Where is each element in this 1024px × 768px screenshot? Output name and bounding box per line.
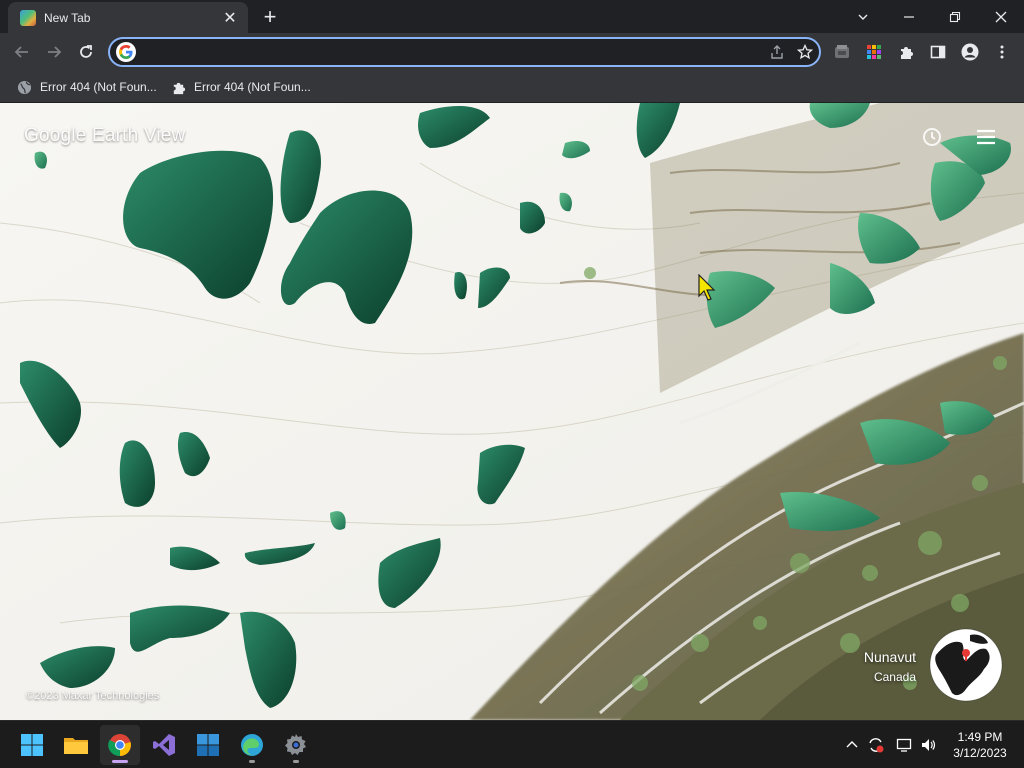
profile-icon [961, 43, 979, 61]
arrow-left-icon [14, 46, 28, 58]
globe-icon [16, 79, 32, 95]
minimize-icon [904, 15, 914, 18]
chrome-icon [108, 734, 131, 757]
restore-button[interactable] [932, 0, 978, 33]
star-icon [797, 44, 813, 60]
arrow-right-icon [48, 46, 62, 58]
reload-button[interactable] [72, 38, 100, 66]
forward-button[interactable] [40, 38, 68, 66]
puzzle-icon [901, 47, 913, 59]
clock-time: 1:49 PM [957, 730, 1003, 744]
start-button[interactable] [12, 725, 52, 765]
game-extension-icon [835, 45, 849, 58]
earth-view-logo[interactable]: Google Earth View [24, 125, 185, 147]
visual-studio-icon [153, 734, 175, 756]
bookmark-label: Error 404 (Not Foun... [194, 80, 311, 94]
restore-icon [949, 11, 961, 22]
windows-store-icon [197, 734, 219, 756]
settings-icon [285, 734, 306, 755]
address-bar[interactable] [108, 37, 821, 67]
running-indicator [249, 760, 255, 763]
minimize-button[interactable] [886, 0, 932, 33]
bookmark-item[interactable]: Error 404 (Not Foun... [164, 75, 317, 99]
tab-title: New Tab [44, 10, 91, 25]
chrome-taskbar-button[interactable] [100, 725, 140, 765]
edge-button[interactable] [232, 725, 272, 765]
grid-extension-icon [867, 45, 881, 59]
share-icon [771, 45, 783, 59]
omnibox-input[interactable] [144, 40, 763, 64]
extensions-menu-button[interactable] [894, 40, 918, 64]
windows-taskbar: 1:49 PM 3/12/2023 [0, 720, 1024, 768]
close-window-button[interactable] [978, 0, 1024, 33]
bookmarks-bar: Error 404 (Not Foun... Error 404 (Not Fo… [0, 71, 1024, 103]
earth-view-favicon [20, 9, 36, 26]
side-panel-button[interactable] [926, 40, 950, 64]
extension-button[interactable] [830, 40, 854, 64]
hamburger-menu-icon [977, 129, 995, 145]
show-hidden-icons-button[interactable] [842, 735, 862, 755]
globe-button[interactable] [926, 625, 1006, 705]
kebab-menu-icon [1000, 45, 1004, 59]
image-credit: ©2023 Maxar Technologies [26, 690, 160, 702]
running-indicator [293, 760, 299, 763]
extension-button[interactable] [862, 40, 886, 64]
tab-close-icon[interactable]: ✕ [220, 8, 240, 28]
tab-search-button[interactable] [840, 0, 886, 33]
edge-icon [241, 734, 263, 756]
location-region[interactable]: Nunavut [820, 649, 916, 665]
location-country[interactable]: Canada [820, 670, 916, 684]
earth-view-page: Google Earth View ©2023 Maxar Technologi… [0, 103, 1024, 720]
back-button[interactable] [8, 38, 36, 66]
satellite-image [0, 103, 1024, 720]
globe-map-icon [929, 628, 1003, 702]
share-button[interactable] [763, 39, 791, 65]
bookmark-item[interactable]: Error 404 (Not Foun... [10, 75, 163, 99]
new-tab-button[interactable]: + [258, 6, 282, 30]
tab-new-tab[interactable]: New Tab ✕ [8, 2, 248, 33]
volume-tray-button[interactable] [918, 735, 938, 755]
history-icon [923, 128, 941, 146]
microsoft-store-button[interactable] [188, 725, 228, 765]
active-indicator [112, 760, 128, 763]
network-tray-button[interactable] [894, 735, 914, 755]
menu-button[interactable] [974, 125, 998, 149]
close-icon [995, 11, 1007, 22]
taskbar-clock[interactable]: 1:49 PM 3/12/2023 [944, 729, 1016, 761]
browser-menu-button[interactable] [990, 40, 1014, 64]
profile-button[interactable] [958, 40, 982, 64]
bookmark-star-button[interactable] [791, 39, 819, 65]
reload-icon [80, 45, 92, 58]
bookmark-label: Error 404 (Not Foun... [40, 80, 157, 94]
visual-studio-button[interactable] [144, 725, 184, 765]
side-panel-icon [930, 45, 946, 59]
file-explorer-button[interactable] [56, 725, 96, 765]
sync-icon [869, 738, 884, 753]
google-icon [116, 42, 136, 62]
windows-start-icon [21, 734, 43, 756]
file-explorer-icon [64, 738, 88, 754]
network-icon [896, 738, 912, 752]
volume-icon [922, 739, 936, 751]
chevron-down-icon [858, 14, 868, 20]
clock-date: 3/12/2023 [953, 746, 1007, 760]
browser-toolbar [0, 33, 1024, 71]
puzzle-icon [170, 79, 186, 95]
history-button[interactable] [920, 125, 944, 149]
tab-strip: New Tab ✕ + [0, 0, 1024, 33]
settings-button[interactable] [276, 725, 316, 765]
mouse-cursor-icon [698, 274, 716, 301]
sync-tray-button[interactable] [866, 735, 886, 755]
chevron-up-icon [846, 741, 858, 748]
